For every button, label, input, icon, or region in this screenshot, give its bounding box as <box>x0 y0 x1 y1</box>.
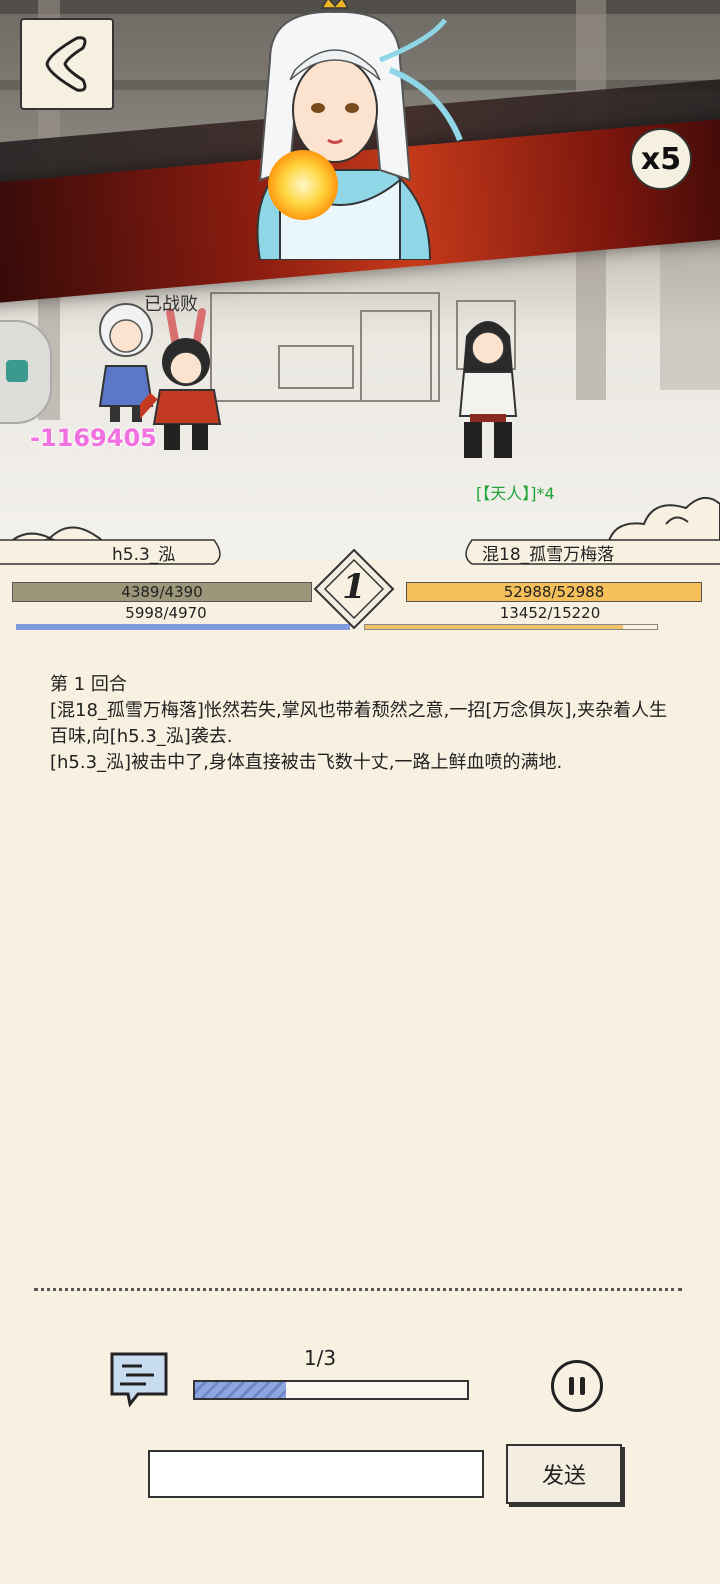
turn-progress-bar <box>193 1380 469 1400</box>
left-mp-row: 5998/4970 <box>16 604 316 622</box>
pause-icon <box>569 1377 574 1395</box>
right-mp-row: 13452/15220 <box>400 604 700 622</box>
side-panel-tab[interactable] <box>0 320 52 424</box>
left-hp-value: 4389/4390 <box>121 583 203 601</box>
left-mp-value: 5998/4970 <box>125 604 207 622</box>
battle-scene: 已战败 -1169405 [【天人】]*4 x5 <box>0 0 720 560</box>
right-mp-fill <box>365 625 624 629</box>
buff-label: [【天人】]*4 <box>476 484 555 503</box>
log-line: [h5.3_泓]被击中了,身体直接被击飞数十丈,一路上鲜血喷的满地. <box>50 752 563 773</box>
chat-bubble-icon[interactable] <box>108 1350 170 1408</box>
turn-progress-fill <box>195 1382 286 1398</box>
left-name-plate: h5.3_泓 <box>0 536 230 566</box>
log-line: [混18_孤雪万梅落]怅然若失,掌风也带着颓然之意,一招[万念俱灰],夹杂着人生… <box>50 700 668 747</box>
heroine-portrait <box>256 0 463 260</box>
cabinet <box>660 240 720 390</box>
right-hp-value: 52988/52988 <box>503 583 605 601</box>
side-tab-icon <box>6 360 28 382</box>
energy-orb <box>268 150 338 220</box>
back-arrow-icon <box>45 36 87 92</box>
send-button[interactable]: 发送 <box>506 1444 622 1504</box>
round-number: 1 <box>342 567 366 607</box>
battle-log: 第 1 回合 [混18_孤雪万梅落]怅然若失,掌风也带着颓然之意,一招[万念俱灰… <box>50 672 672 776</box>
pause-icon <box>580 1377 585 1395</box>
left-mp-bar <box>16 624 350 630</box>
right-name-plate: 混18_孤雪万梅落 <box>458 536 720 566</box>
chair <box>360 310 432 402</box>
right-fighter-name: 混18_孤雪万梅落 <box>482 545 615 565</box>
defeated-label: 已战败 <box>144 294 198 315</box>
log-line: 第 1 回合 <box>50 674 127 695</box>
divider <box>34 1288 682 1291</box>
pause-button[interactable] <box>551 1360 603 1412</box>
turn-progress-label: 1/3 <box>303 1346 337 1370</box>
left-fighter-name: h5.3_泓 <box>112 545 176 565</box>
small-table <box>278 345 354 389</box>
left-hp-bar: 4389/4390 <box>12 582 312 602</box>
speed-button[interactable]: x5 <box>630 128 692 190</box>
back-button[interactable] <box>20 18 114 110</box>
right-mp-value: 13452/15220 <box>499 604 601 622</box>
right-hp-bar: 52988/52988 <box>406 582 702 602</box>
right-mp-track <box>364 624 658 630</box>
enemy-fighter <box>458 321 518 458</box>
chat-input[interactable] <box>148 1450 484 1498</box>
damage-number: -1169405 <box>30 424 157 452</box>
round-badge: 1 <box>313 548 395 630</box>
